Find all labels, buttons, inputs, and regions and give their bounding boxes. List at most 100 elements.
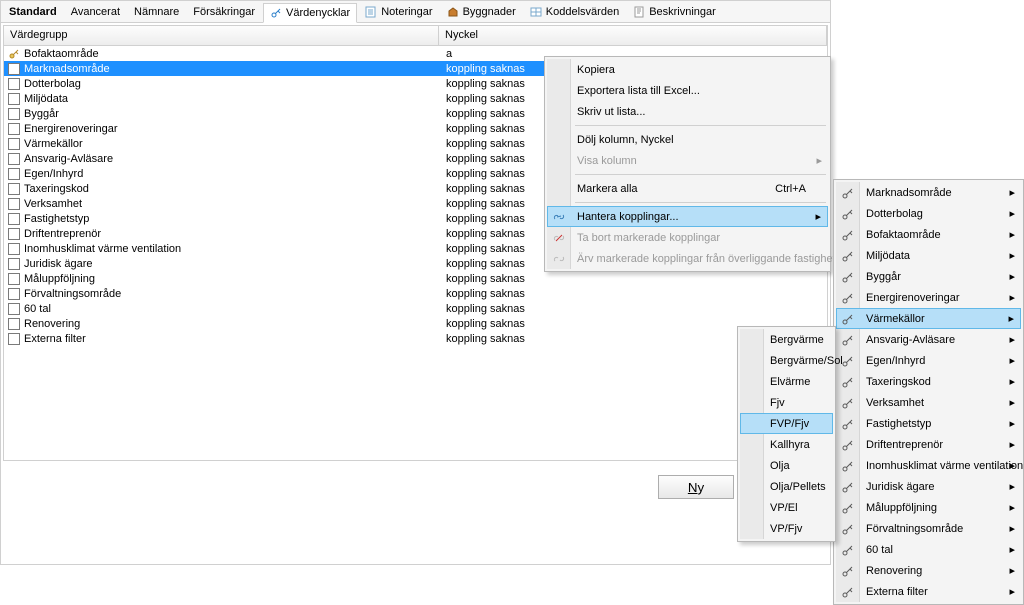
checkbox[interactable] [8, 288, 20, 300]
submenu-value-item[interactable]: VP/El [740, 497, 833, 518]
checkbox[interactable] [8, 213, 20, 225]
tab-noteringar[interactable]: Noteringar [359, 2, 438, 22]
menu-kopiera[interactable]: Kopiera [547, 59, 828, 80]
cell-nyckel: koppling saknas [440, 288, 827, 300]
cell-vardegrupp: Miljödata [4, 93, 440, 105]
tab-icon [633, 6, 645, 18]
submenu-value-item[interactable]: Olja/Pellets [740, 476, 833, 497]
checkbox[interactable] [8, 273, 20, 285]
tab-försäkringar[interactable]: Försäkringar [187, 2, 261, 22]
row-label: Ansvarig-Avläsare [24, 153, 113, 165]
cell-vardegrupp: Egen/Inhyrd [4, 168, 440, 180]
submenu-group-item[interactable]: Värmekällor▸ [836, 308, 1021, 329]
checkbox[interactable] [8, 198, 20, 210]
submenu-group-item[interactable]: 60 tal▸ [836, 539, 1021, 560]
new-button[interactable]: Ny [658, 475, 734, 499]
submenu-group-item[interactable]: Driftentreprenör▸ [836, 434, 1021, 455]
column-header-nyckel[interactable]: Nyckel [439, 26, 827, 45]
submenu-group-item[interactable]: Ansvarig-Avläsare▸ [836, 329, 1021, 350]
context-menu[interactable]: Kopiera Exportera lista till Excel... Sk… [544, 56, 831, 272]
key-icon [8, 48, 20, 60]
checkbox[interactable] [8, 318, 20, 330]
menu-dolj-kolumn[interactable]: Dölj kolumn, Nyckel [547, 129, 828, 150]
checkbox[interactable] [8, 153, 20, 165]
submenu-group-item[interactable]: Förvaltningsområde▸ [836, 518, 1021, 539]
submenu-group-item[interactable]: Byggår▸ [836, 266, 1021, 287]
checkbox[interactable] [8, 228, 20, 240]
table-row[interactable]: Förvaltningsområdekoppling saknas [4, 286, 827, 301]
submenu-group-item[interactable]: Energirenoveringar▸ [836, 287, 1021, 308]
checkbox[interactable] [8, 123, 20, 135]
checkbox[interactable] [8, 93, 20, 105]
tab-värdenycklar[interactable]: Värdenycklar [263, 3, 357, 23]
submenu-groups[interactable]: Marknadsområde▸Dotterbolag▸Bofaktaområde… [833, 179, 1024, 605]
menu-label: VP/Fjv [770, 523, 802, 535]
tab-koddelsvärden[interactable]: Koddelsvärden [524, 2, 625, 22]
submenu-group-item[interactable]: Fastighetstyp▸ [836, 413, 1021, 434]
checkbox[interactable] [8, 168, 20, 180]
submenu-value-item[interactable]: FVP/Fjv [740, 413, 833, 434]
checkbox[interactable] [8, 183, 20, 195]
link-remove-icon [551, 230, 567, 246]
row-label: Juridisk ägare [24, 258, 92, 270]
checkbox[interactable] [8, 138, 20, 150]
chevron-right-icon: ▸ [1009, 291, 1015, 304]
menu-hantera-kopplingar[interactable]: Hantera kopplingar...▸ [547, 206, 828, 227]
key-icon [840, 248, 856, 264]
menu-visa-kolumn: Visa kolumn▸ [547, 150, 828, 171]
checkbox[interactable] [8, 333, 20, 345]
link-manage-icon [551, 209, 567, 225]
key-icon [840, 269, 856, 285]
tab-nämnare[interactable]: Nämnare [128, 2, 185, 22]
tab-standard[interactable]: Standard [3, 2, 63, 22]
cell-vardegrupp: Förvaltningsområde [4, 288, 440, 300]
submenu-value-item[interactable]: Olja [740, 455, 833, 476]
submenu-values[interactable]: BergvärmeBergvärme/SolElvärmeFjvFVP/FjvK… [737, 326, 836, 542]
submenu-group-item[interactable]: Dotterbolag▸ [836, 203, 1021, 224]
submenu-group-item[interactable]: Juridisk ägare▸ [836, 476, 1021, 497]
tab-avancerat[interactable]: Avancerat [65, 2, 126, 22]
submenu-group-item[interactable]: Måluppföljning▸ [836, 497, 1021, 518]
submenu-group-item[interactable]: Miljödata▸ [836, 245, 1021, 266]
submenu-group-item[interactable]: Inomhusklimat värme ventilation▸ [836, 455, 1021, 476]
key-icon [840, 479, 856, 495]
submenu-group-item[interactable]: Egen/Inhyrd▸ [836, 350, 1021, 371]
submenu-value-item[interactable]: Fjv [740, 392, 833, 413]
submenu-group-item[interactable]: Renovering▸ [836, 560, 1021, 581]
submenu-group-item[interactable]: Taxeringskod▸ [836, 371, 1021, 392]
chevron-right-icon: ▸ [1009, 522, 1015, 535]
table-row[interactable]: Måluppföljningkoppling saknas [4, 271, 827, 286]
column-header-vardegrupp[interactable]: Värdegrupp [4, 26, 439, 45]
menu-markera-alla[interactable]: Markera allaCtrl+A [547, 178, 828, 199]
menu-arv-kopplingar: Ärv markerade kopplingar från överliggan… [547, 248, 828, 269]
checkbox[interactable] [8, 108, 20, 120]
cell-vardegrupp: Byggår [4, 108, 440, 120]
submenu-group-item[interactable]: Marknadsområde▸ [836, 182, 1021, 203]
submenu-value-item[interactable]: Kallhyra [740, 434, 833, 455]
row-label: Bofaktaområde [24, 48, 99, 60]
chevron-right-icon: ▸ [1009, 585, 1015, 598]
submenu-value-item[interactable]: Bergvärme/Sol [740, 350, 833, 371]
tab-beskrivningar[interactable]: Beskrivningar [627, 2, 722, 22]
submenu-group-item[interactable]: Verksamhet▸ [836, 392, 1021, 413]
cell-vardegrupp: 60 tal [4, 303, 440, 315]
row-label: Energirenoveringar [24, 123, 118, 135]
table-row[interactable]: Renoveringkoppling saknas [4, 316, 827, 331]
menu-skriv[interactable]: Skriv ut lista... [547, 101, 828, 122]
checkbox[interactable] [8, 78, 20, 90]
tab-icon [365, 6, 377, 18]
checkbox[interactable] [8, 243, 20, 255]
submenu-value-item[interactable]: Elvärme [740, 371, 833, 392]
menu-exportera[interactable]: Exportera lista till Excel... [547, 80, 828, 101]
checkbox[interactable] [8, 258, 20, 270]
checkbox[interactable] [8, 303, 20, 315]
submenu-value-item[interactable]: Bergvärme [740, 329, 833, 350]
submenu-group-item[interactable]: Externa filter▸ [836, 581, 1021, 602]
submenu-group-item[interactable]: Bofaktaområde▸ [836, 224, 1021, 245]
table-row[interactable]: Externa filterkoppling saknas [4, 331, 827, 346]
table-row[interactable]: 60 talkoppling saknas [4, 301, 827, 316]
submenu-value-item[interactable]: VP/Fjv [740, 518, 833, 539]
cell-vardegrupp: Taxeringskod [4, 183, 440, 195]
checkbox[interactable] [8, 63, 20, 75]
tab-byggnader[interactable]: Byggnader [441, 2, 522, 22]
